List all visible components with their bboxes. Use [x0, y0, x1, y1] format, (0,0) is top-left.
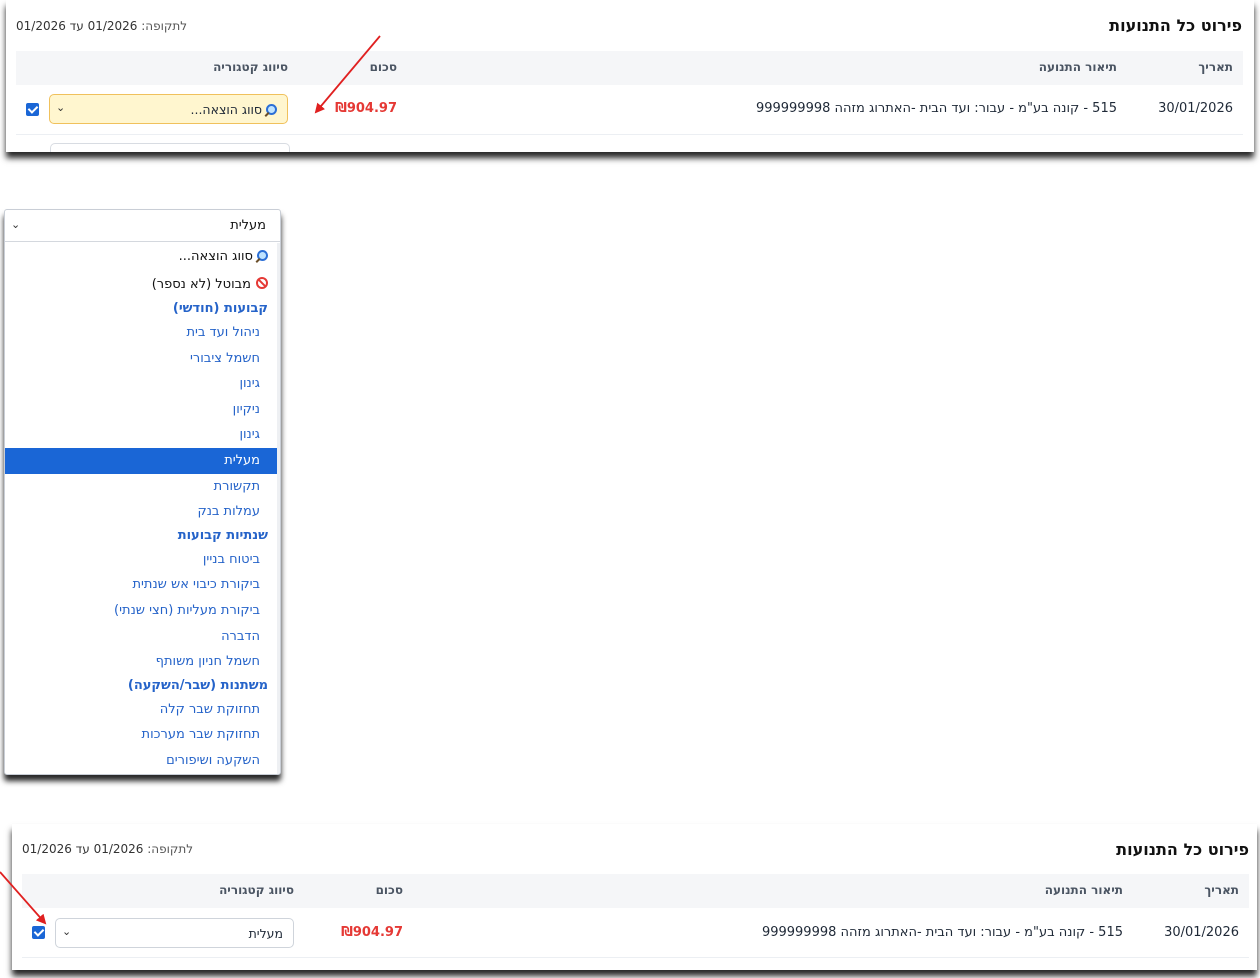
- dropdown-option[interactable]: תקשורת: [5, 474, 280, 500]
- option-label: סווג הוצאה...: [178, 249, 253, 264]
- row-checkbox[interactable]: [26, 103, 39, 116]
- dropdown-option[interactable]: ניקיון: [5, 397, 280, 423]
- dropdown-option[interactable]: גינון: [5, 371, 280, 397]
- period-range: 01/2026 עד 01/2026: [22, 842, 144, 856]
- option-label: ניהול ועד בית: [186, 325, 260, 340]
- table-row[interactable]: 30/01/2026 515 - קונה בע"מ - עבור: ועד ה…: [22, 908, 1249, 958]
- option-label: תחזוקת שבר קלה: [159, 701, 260, 717]
- period-range: 01/2026 עד 01/2026: [16, 19, 138, 33]
- search-icon: [266, 104, 277, 115]
- row-description: 515 - קונה בע"מ - עבור: ועד הבית -האתרוג…: [755, 101, 1117, 116]
- option-label: מעלית: [224, 452, 260, 468]
- dropdown-option[interactable]: תחזוקת שבר מערכות: [5, 722, 280, 748]
- option-label: הדברה: [221, 628, 260, 644]
- option-label: תחזוקת שבר מערכות: [141, 727, 260, 743]
- row-amount: ₪904.97: [335, 101, 397, 116]
- dropdown-option[interactable]: מעלית: [5, 447, 280, 474]
- category-dropdown[interactable]: מעלית ⌄ סווג הוצאה... מבוטל (לא נספר) קבוע…: [4, 209, 281, 775]
- column-header-description[interactable]: תיאור התנועה: [1039, 60, 1117, 74]
- option-label: חשמל חניון משותף: [155, 654, 260, 670]
- option-label: ביקורת כיבוי אש שנתית: [132, 577, 260, 593]
- option-label: ביטוח בניין: [202, 551, 260, 567]
- option-label: קבועות (חודשי): [172, 301, 268, 316]
- next-row-field-partial: [50, 143, 290, 152]
- dropdown-option[interactable]: מבוטל (לא נספר): [5, 271, 280, 299]
- dropdown-option[interactable]: ביקורת מעליות (חצי שנתי): [5, 598, 280, 624]
- dropdown-current-value[interactable]: מעלית ⌄: [5, 210, 280, 242]
- chevron-down-icon: ⌄: [11, 218, 21, 231]
- dropdown-option[interactable]: סווג הוצאה...: [5, 243, 280, 271]
- dropdown-option[interactable]: חשמל ציבורי: [5, 346, 280, 372]
- column-header-description[interactable]: תיאור התנועה: [1045, 883, 1123, 897]
- dropdown-options-list: סווג הוצאה... מבוטל (לא נספר) קבועות (חודש…: [5, 243, 280, 774]
- dropdown-option[interactable]: תחזוקת שבר קלה: [5, 697, 280, 723]
- period-info: לתקופה: 01/2026 עד 01/2026: [22, 842, 193, 856]
- row-amount: ₪904.97: [341, 925, 403, 940]
- table-header: תאריך תיאור התנועה סכום סיווג קטגוריה: [16, 51, 1243, 85]
- column-header-amount[interactable]: סכום: [376, 883, 403, 897]
- row-date: 30/01/2026: [1164, 925, 1239, 940]
- category-select[interactable]: מעלית ⌄: [55, 918, 294, 948]
- option-label: השקעה ושיפורים: [166, 752, 260, 768]
- panel-title: פירוט כל התנועות: [1109, 16, 1242, 35]
- category-select[interactable]: סווג הוצאה... ⌄: [49, 94, 288, 124]
- chevron-down-icon: ⌄: [56, 101, 66, 114]
- option-label: ביקורת מעליות (חצי שנתי): [114, 602, 260, 618]
- dropdown-group-label: משתנות (שבר/השקעה): [5, 675, 280, 697]
- chevron-down-icon: ⌄: [62, 925, 72, 938]
- panel-title: פירוט כל התנועות: [1116, 840, 1249, 859]
- category-select-value: סווג הוצאה...: [191, 102, 277, 117]
- column-header-category[interactable]: סיווג קטגוריה: [213, 60, 288, 74]
- dropdown-option[interactable]: חשמל חניון משותף: [5, 649, 280, 675]
- category-select-value: מעלית: [248, 926, 283, 941]
- option-label: מבוטל (לא נספר): [151, 276, 251, 292]
- dropdown-option[interactable]: ביקורת כיבוי אש שנתית: [5, 572, 280, 598]
- dropdown-scrollbar[interactable]: [277, 243, 280, 774]
- row-description: 515 - קונה בע"מ - עבור: ועד הבית -האתרוג…: [761, 925, 1123, 940]
- option-label: משתנות (שבר/השקעה): [127, 677, 268, 693]
- option-label: עמלות בנק: [197, 504, 260, 520]
- dropdown-option[interactable]: ניהול ועד בית: [5, 320, 280, 346]
- transactions-panel-bottom: פירוט כל התנועות לתקופה: 01/2026 עד 01/2…: [12, 824, 1257, 970]
- dropdown-option[interactable]: עמלות בנק: [5, 499, 280, 525]
- row-date: 30/01/2026: [1158, 101, 1233, 116]
- column-header-category[interactable]: סיווג קטגוריה: [219, 883, 294, 897]
- option-label: ניקיון: [232, 401, 260, 417]
- search-icon: [257, 250, 268, 261]
- option-label: חשמל ציבורי: [190, 350, 260, 366]
- option-label: שנתיות קבועות: [177, 527, 268, 543]
- transactions-panel-top: פירוט כל התנועות לתקופה: 01/2026 עד 01/2…: [6, 0, 1254, 152]
- dropdown-option[interactable]: גינון: [5, 422, 280, 448]
- dropdown-option[interactable]: השקעה ושיפורים: [5, 748, 280, 774]
- row-checkbox[interactable]: [32, 926, 45, 939]
- dropdown-group-label: שנתיות קבועות: [5, 525, 280, 547]
- table-header: תאריך תיאור התנועה סכום סיווג קטגוריה: [22, 874, 1249, 908]
- period-info: לתקופה: 01/2026 עד 01/2026: [16, 19, 187, 33]
- dropdown-group-label: קבועות (חודשי): [5, 298, 280, 320]
- column-header-date[interactable]: תאריך: [1204, 883, 1239, 897]
- dropdown-option[interactable]: הדברה: [5, 624, 280, 650]
- no-entry-icon: [256, 276, 268, 289]
- column-header-date[interactable]: תאריך: [1198, 60, 1233, 74]
- option-label: תקשורת: [213, 478, 260, 494]
- column-header-amount[interactable]: סכום: [370, 60, 397, 74]
- option-label: גינון: [239, 376, 260, 392]
- period-label: לתקופה:: [147, 842, 194, 856]
- option-label: גינון: [239, 427, 260, 443]
- dropdown-option[interactable]: ביטוח בניין: [5, 547, 280, 573]
- period-label: לתקופה:: [141, 19, 188, 33]
- table-row[interactable]: 30/01/2026 515 - קונה בע"מ - עבור: ועד ה…: [16, 85, 1243, 135]
